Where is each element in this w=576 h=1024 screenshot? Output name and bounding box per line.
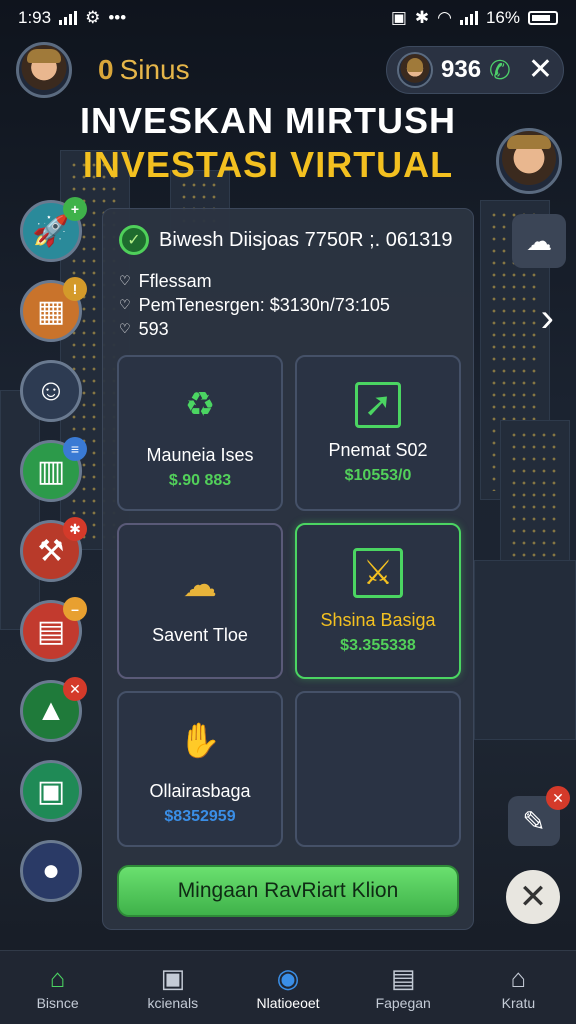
recycle-check-icon: ♻ (184, 385, 216, 424)
investment-card[interactable]: ✋ Ollairasbaga $8352959 (117, 691, 283, 847)
nav-item-store[interactable]: ⌂ Kratu (461, 951, 576, 1024)
nav-item-badge[interactable]: ▣ kcienals (115, 951, 230, 1024)
battery-icon (528, 11, 558, 25)
info-row: ♡ 593 (119, 319, 169, 339)
heart-icon: ♡ (119, 297, 131, 312)
page-title: INVESKAN MIRTUSH (79, 100, 457, 141)
investment-panel: ✓ Biwesh Diisjoas 7750R ;. 061319 ♡ Ffles… (102, 208, 474, 930)
investment-card-selected[interactable]: ⚔ Shsina Basiga $3.355338 (295, 523, 461, 679)
tools-icon[interactable]: ⚒ ✱ (20, 517, 87, 582)
bluetooth-icon: ✱ (414, 8, 430, 27)
info-row: ♡ Fflessam (119, 271, 212, 291)
wifi-icon: ◠ (437, 8, 452, 27)
minus-badge-icon: – (63, 597, 87, 621)
edit-button[interactable]: ✎ ✕ (508, 786, 570, 846)
nav-item-chat[interactable]: ▤ Fapegan (346, 951, 461, 1024)
cross-tools-icon: ⚔ (353, 547, 403, 598)
chat-icon: ▤ (390, 962, 416, 993)
panel-header-text: Biwesh Diisjoas 7750R ;. 061319 (159, 228, 453, 251)
mini-avatar (397, 52, 433, 88)
gear-badge-icon: ✱ (63, 517, 87, 541)
page-subtitle: INVESTASI VIRTUAL (82, 144, 454, 185)
balloon-icon[interactable]: ● (20, 840, 82, 902)
info-list: ♡ Fflessam ♡ PemTenesrgen: $3130n/73:105 ♡… (103, 263, 473, 341)
document-icon[interactable]: ▦! (20, 277, 87, 342)
cloud-server-icon: ☁ (183, 565, 217, 604)
invest-cta-button[interactable]: Mingaan RavRiart Klion (117, 865, 459, 917)
chart-icon[interactable]: ▥ ≡ (20, 437, 87, 502)
advisor-avatar[interactable] (496, 128, 562, 194)
close-panel-button[interactable]: ✕ (506, 870, 560, 924)
message-badge-icon: ≡ (63, 437, 87, 461)
investment-card[interactable]: ➚ Pnemat S02 $10553/0 (295, 355, 461, 511)
alert-badge-icon: ! (63, 277, 87, 301)
error-badge-icon: ✕ (546, 786, 570, 810)
nav-item-globe[interactable]: ◉ Nlatioeoet (230, 951, 345, 1024)
chevron-right-icon[interactable]: › (541, 296, 554, 341)
info-row: ♡ PemTenesrgen: $3130n/73:105 (119, 295, 390, 315)
character-icon[interactable]: ☺ (20, 360, 82, 422)
cloud-button[interactable]: ☁ (512, 214, 566, 268)
panel-header: ✓ Biwesh Diisjoas 7750R ;. 061319 (103, 209, 473, 263)
badge-icon: ▣ (160, 962, 186, 993)
left-rail: 🚀 + ▦! ☺ ▥ ≡ ⚒ ✱ ▤ – ▲ ✕ ▣ ● (20, 197, 87, 902)
avatar[interactable] (16, 42, 72, 98)
plus-badge-icon: + (63, 197, 87, 221)
close-icon: ✕ (518, 878, 548, 916)
notification-icon: ⚙ (85, 8, 101, 27)
home-icon: ⌂ (49, 962, 66, 993)
heart-icon: ♡ (119, 321, 131, 336)
newspaper-icon[interactable]: ▤ – (20, 597, 87, 662)
rocket-icon[interactable]: 🚀 + (20, 197, 87, 262)
score-value: 936 (441, 56, 482, 83)
coins-label: Sinus (119, 54, 190, 85)
investment-card[interactable]: ♻ Mauneia Ises $.90 883 (117, 355, 283, 511)
signal-icon (59, 11, 78, 25)
house-store-icon: ⌂ (510, 962, 527, 993)
coins-display: 0 Sinus (98, 54, 190, 85)
close-icon[interactable]: ✕ (528, 55, 553, 85)
cast-icon: ▣ (390, 8, 407, 27)
tree-icon[interactable]: ▲ ✕ (20, 677, 87, 742)
investment-card[interactable]: ☁ Savent Tloe (117, 523, 283, 679)
status-bar: 1:93 ⚙ ••• ▣ ✱ ◠ 16% (0, 0, 576, 36)
profile-area: 0 Sinus (16, 42, 190, 98)
heart-icon: ♡ (119, 273, 131, 288)
investment-grid: ♻ Mauneia Ises $.90 883 ➚ Pnemat S02 $10… (117, 355, 461, 847)
phone-icon[interactable]: ✆ (489, 55, 511, 86)
hand-coin-icon: ✋ (178, 721, 222, 760)
nav-item-home[interactable]: ⌂ Bisnce (0, 951, 115, 1024)
check-icon: ✓ (119, 225, 149, 255)
edit-icon: ✎ (522, 805, 546, 837)
battery-percent: 16% (485, 8, 520, 27)
more-icon: ••• (108, 8, 127, 27)
cell-signal-icon (459, 11, 478, 25)
growth-arrow-icon: ➚ (355, 381, 401, 428)
empty-card[interactable] (295, 691, 461, 847)
close-badge-icon: ✕ (63, 677, 87, 701)
bottom-nav: ⌂ Bisnce ▣ kcienals ◉ Nlatioeoet ▤ Fapeg… (0, 950, 576, 1024)
globe-icon: ◉ (276, 962, 300, 993)
status-time: 1:93 (18, 8, 52, 27)
score-pill: 936 ✆ ✕ (386, 46, 564, 94)
picture-icon[interactable]: ▣ (20, 760, 82, 822)
cloud-icon: ☁ (526, 225, 552, 256)
